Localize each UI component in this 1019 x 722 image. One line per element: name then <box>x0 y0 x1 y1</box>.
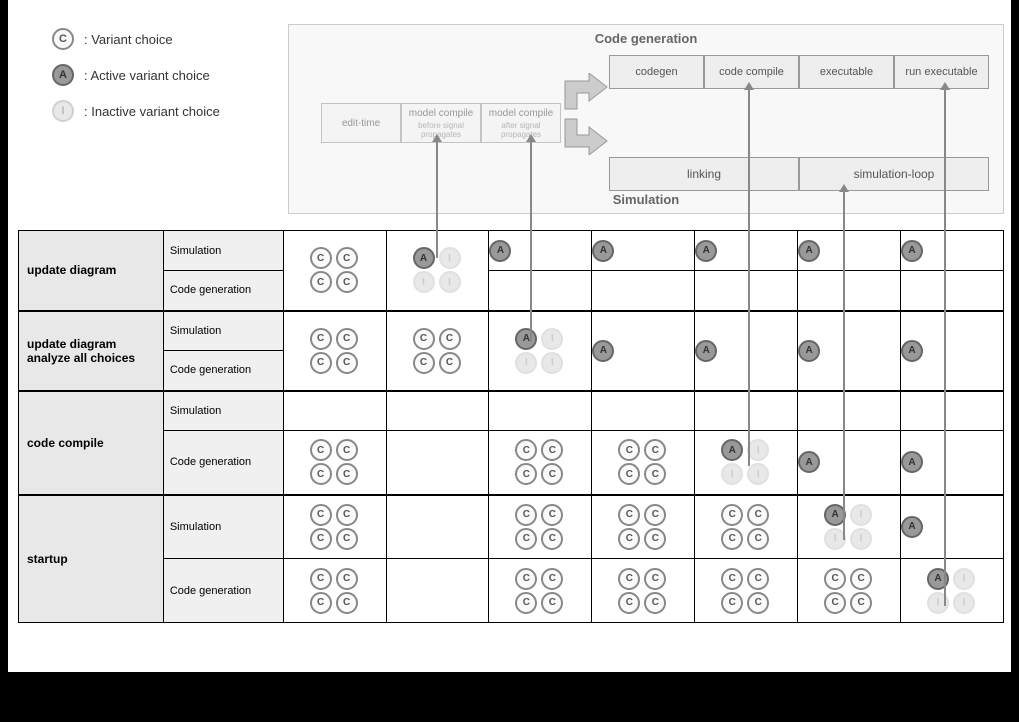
cell: CCCC <box>695 495 798 559</box>
cell <box>695 391 798 431</box>
cell <box>901 391 1004 431</box>
sub-header: Code generation <box>163 351 283 391</box>
cell: A <box>798 431 901 495</box>
row-header: startup <box>19 495 164 623</box>
inactive-variant-icon: I <box>52 100 74 122</box>
cell: A <box>695 311 798 391</box>
cell: CCCC <box>283 231 386 311</box>
cell: A <box>798 231 901 271</box>
cell: CCCC <box>592 431 695 495</box>
stage-box: codegen <box>609 55 704 89</box>
legend-label: : Variant choice <box>84 32 173 47</box>
cell: CCCC <box>283 559 386 623</box>
cell: CCCC <box>489 431 592 495</box>
cell: A <box>798 311 901 391</box>
simulation-title: Simulation <box>289 192 1003 207</box>
cell: CCCC <box>592 495 695 559</box>
cell: A <box>695 231 798 271</box>
sub-header: Code generation <box>163 559 283 623</box>
cell: A <box>901 311 1004 391</box>
cell: A <box>489 231 592 271</box>
legend-row-variant: C : Variant choice <box>52 28 220 50</box>
cell: CCCC <box>283 311 386 391</box>
cell: AIII <box>901 559 1004 623</box>
cell <box>283 391 386 431</box>
cell: AIII <box>798 495 901 559</box>
cell: A <box>592 311 695 391</box>
legend-label: : Inactive variant choice <box>84 104 220 119</box>
cell <box>592 391 695 431</box>
legend-row-inactive: I : Inactive variant choice <box>52 100 220 122</box>
cell: CCCC <box>695 559 798 623</box>
row-header: update diagram analyze all choices <box>19 311 164 391</box>
cell: CCCC <box>489 559 592 623</box>
cell: A <box>901 495 1004 559</box>
sub-header: Simulation <box>163 311 283 351</box>
cell <box>386 431 489 495</box>
legend-label: : Active variant choice <box>84 68 210 83</box>
cell <box>386 495 489 559</box>
sub-header: Simulation <box>163 495 283 559</box>
cell: CCCC <box>283 431 386 495</box>
cell: AIII <box>489 311 592 391</box>
cell: A <box>901 231 1004 271</box>
cell: CCCC <box>592 559 695 623</box>
cell <box>695 271 798 311</box>
row-header: code compile <box>19 391 164 495</box>
cell: AIII <box>386 231 489 311</box>
stage-box: model compile after signal propagates <box>481 103 561 143</box>
stage-box: code compile <box>704 55 799 89</box>
legend-row-active: A : Active variant choice <box>52 64 220 86</box>
cell: A <box>592 231 695 271</box>
cell: A <box>901 431 1004 495</box>
codegen-stages: codegen code compile executable run exec… <box>609 55 989 89</box>
sub-header: Simulation <box>163 231 283 271</box>
sub-header: Simulation <box>163 391 283 431</box>
cell <box>798 271 901 311</box>
model-stages: edit-time model compile before signal pr… <box>321 103 561 143</box>
simulation-stages: linking simulation-loop <box>609 157 989 191</box>
cell <box>386 559 489 623</box>
active-variant-icon: A <box>52 64 74 86</box>
sub-header: Code generation <box>163 431 283 495</box>
stage-box: executable <box>799 55 894 89</box>
cell: CCCC <box>386 311 489 391</box>
cell <box>386 391 489 431</box>
split-arrow-icon <box>561 73 609 155</box>
stage-diagram: Code generation Simulation codegen code … <box>288 24 1004 214</box>
row-header: update diagram <box>19 231 164 311</box>
variant-choice-icon: C <box>52 28 74 50</box>
legend: C : Variant choice A : Active variant ch… <box>52 28 220 136</box>
cell <box>592 271 695 311</box>
stage-box: simulation-loop <box>799 157 989 191</box>
cell <box>901 271 1004 311</box>
cell: AIII <box>695 431 798 495</box>
variant-activation-table: update diagram Simulation CCCC AIII A A … <box>18 230 1004 623</box>
cell: CCCC <box>798 559 901 623</box>
code-generation-title: Code generation <box>289 31 1003 46</box>
stage-box: run executable <box>894 55 989 89</box>
cell <box>489 391 592 431</box>
stage-box: linking <box>609 157 799 191</box>
cell: CCCC <box>283 495 386 559</box>
cell <box>489 271 592 311</box>
cell <box>798 391 901 431</box>
sub-header: Code generation <box>163 271 283 311</box>
cell: CCCC <box>489 495 592 559</box>
stage-box: model compile before signal propagates <box>401 103 481 143</box>
stage-box: edit-time <box>321 103 401 143</box>
